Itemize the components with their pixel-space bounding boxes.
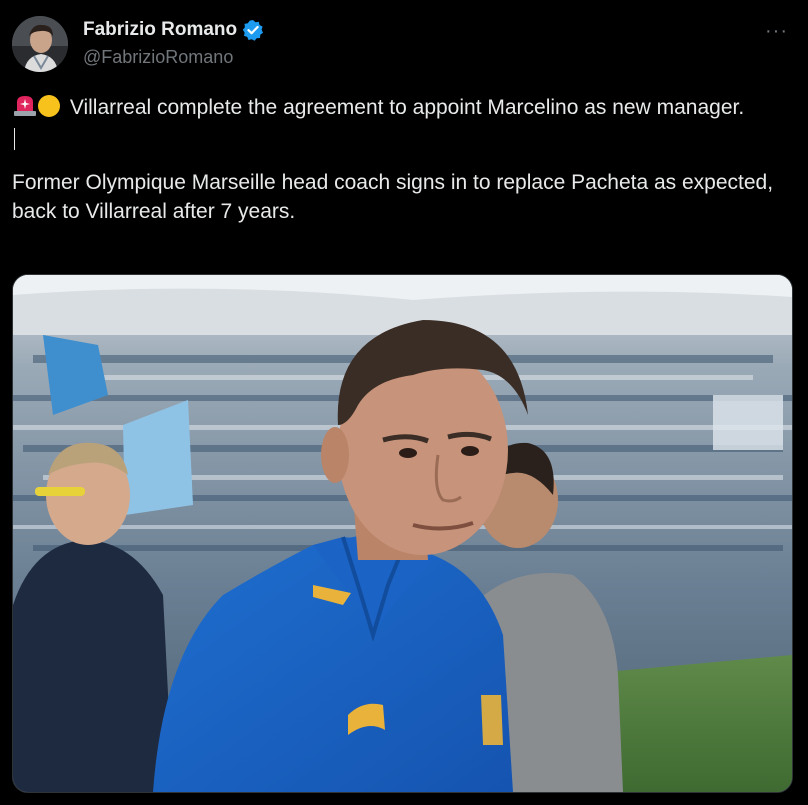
tweet-line-2: Former Olympique Marseille head coach si… — [12, 171, 774, 223]
photo-image — [13, 275, 792, 792]
tweet-text: Villarreal complete the agreement to app… — [12, 93, 792, 226]
tweet-line-1: Villarreal complete the agreement to app… — [69, 96, 745, 119]
yellow-circle-icon — [38, 95, 60, 117]
siren-icon — [14, 96, 36, 116]
verified-badge-icon — [242, 20, 264, 41]
author-name[interactable]: Fabrizio Romano — [83, 19, 237, 41]
text-cursor — [14, 128, 15, 150]
avatar[interactable] — [12, 16, 68, 72]
tweet-photo[interactable] — [12, 274, 793, 793]
author-handle[interactable]: @FabrizioRomano — [83, 47, 233, 68]
more-options-icon[interactable]: ··· — [765, 20, 788, 43]
tweet: Fabrizio Romano @FabrizioRomano ··· Vill… — [0, 0, 808, 805]
avatar-image — [12, 16, 68, 72]
